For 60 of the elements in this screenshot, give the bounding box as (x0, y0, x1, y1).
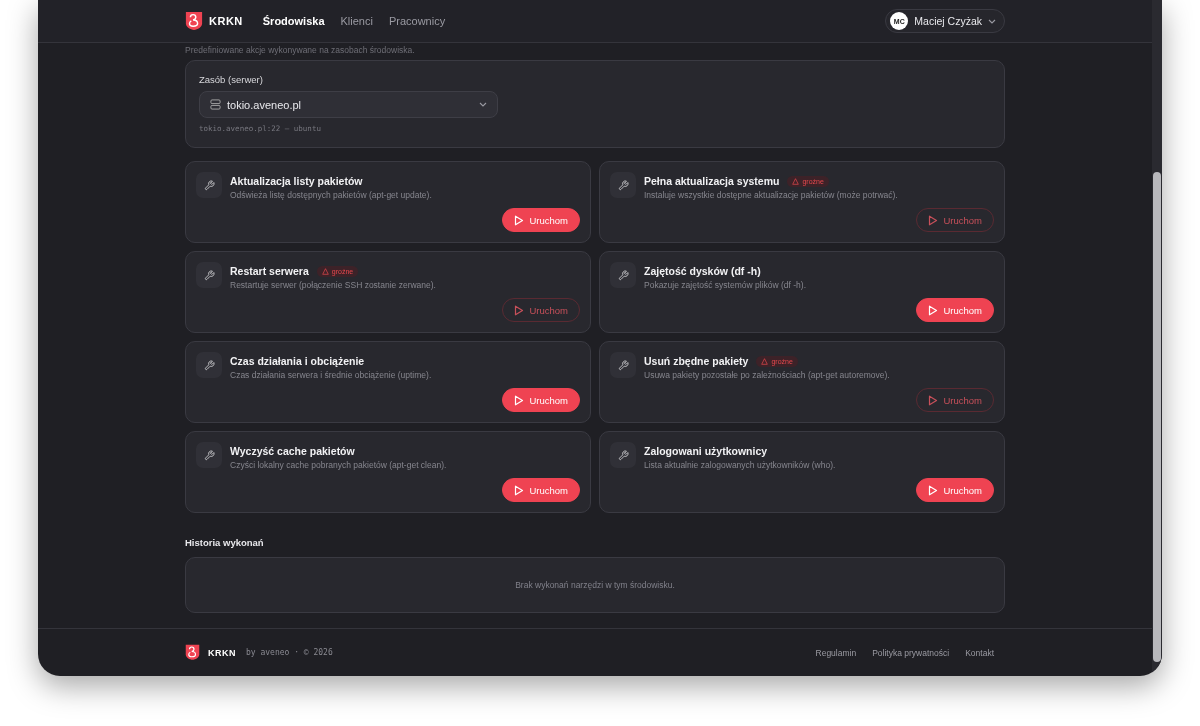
wrench-icon (617, 179, 629, 191)
warning-icon (761, 357, 769, 365)
run-button[interactable]: Uruchom (916, 298, 994, 322)
play-icon (928, 214, 939, 226)
play-icon (928, 304, 939, 316)
play-icon (928, 394, 939, 406)
play-icon (928, 484, 939, 496)
tool-title: Pełna aktualizacja systemu (644, 175, 780, 187)
brand-name: KRKN (209, 15, 243, 27)
run-button[interactable]: Uruchom (916, 478, 994, 502)
section-title: Historia wykonań (185, 537, 265, 548)
chevron-down-icon (988, 18, 996, 24)
nav-link[interactable]: Środowiska (260, 15, 327, 27)
footer-link[interactable]: Regulamin (815, 647, 857, 658)
tool-description: Restartuje serwer (połączenie SSH zostanie zerwane). (230, 280, 437, 290)
tool-title: Restart serwera (230, 265, 309, 277)
field-label: Zasób (serwer) (199, 74, 263, 85)
wrench-icon (203, 269, 215, 281)
tool-title: Aktualizacja listy pakietów (230, 175, 363, 187)
nav-link[interactable]: Klienci (338, 15, 375, 27)
tool-description: Instaluje wszystkie dostępne aktualizacje pakietów (może potrwać). (644, 190, 899, 200)
server-icon (210, 99, 221, 110)
empty-message: Brak wykonań narzędzi w tym środowisku. (515, 580, 675, 590)
play-icon (514, 394, 525, 406)
tool-description: Lista aktualnie zalogowanych użytkowników (who). (644, 460, 837, 470)
footer-credit: by aveneo · © 2026 (246, 648, 333, 657)
tool-description: Czyści lokalny cache pobranych pakietów (apt-get clean). (230, 460, 448, 470)
nav-link[interactable]: Pracownicy (386, 15, 448, 27)
warning-icon (321, 267, 329, 275)
page-subtitle: Predefiniowane akcje wykonywane na zasobach środowiska. (185, 44, 416, 57)
wrench-icon (617, 449, 629, 461)
tool-description: Pokazuje zajętość systemów plików (df -h). (644, 280, 808, 290)
tool-description: Odświeża listę dostępnych pakietów (apt-get update). (230, 190, 433, 200)
play-icon (514, 484, 525, 496)
tool-description: Czas działania serwera i średnie obciążenie (uptime). (230, 370, 433, 380)
footer-brand: KRKN (208, 647, 236, 658)
chevron-down-icon (479, 102, 487, 107)
run-button[interactable]: Uruchom (502, 208, 580, 232)
wrench-icon (203, 449, 215, 461)
play-icon (514, 214, 525, 226)
server-select[interactable]: tokio.aveneo.pl (199, 91, 498, 118)
run-button[interactable]: Uruchom (502, 478, 580, 502)
wrench-icon (617, 359, 629, 371)
wrench-icon (203, 359, 215, 371)
tool-description: Usuwa pakiety pozostałe po zależnościach (apt-get autoremove). (644, 370, 891, 380)
run-button[interactable]: Uruchom (502, 388, 580, 412)
logo-icon (185, 644, 200, 661)
tool-title: Czas działania i obciążenie (230, 355, 365, 367)
wrench-icon (617, 269, 629, 281)
tool-title: Wyczyść cache pakietów (230, 445, 355, 457)
tool-title: Usuń zbędne pakiety (644, 355, 749, 367)
tool-title: Zajętość dysków (df -h) (644, 265, 761, 277)
tool-title: Zalogowani użytkownicy (644, 445, 768, 457)
footer-link[interactable]: Kontakt (965, 647, 994, 658)
play-icon (514, 304, 525, 316)
logo-icon (185, 11, 203, 31)
wrench-icon (203, 179, 215, 191)
scrollbar-thumb[interactable] (1153, 172, 1161, 662)
footer-link[interactable]: Polityka prywatności (872, 647, 950, 658)
warning-icon (792, 177, 800, 185)
